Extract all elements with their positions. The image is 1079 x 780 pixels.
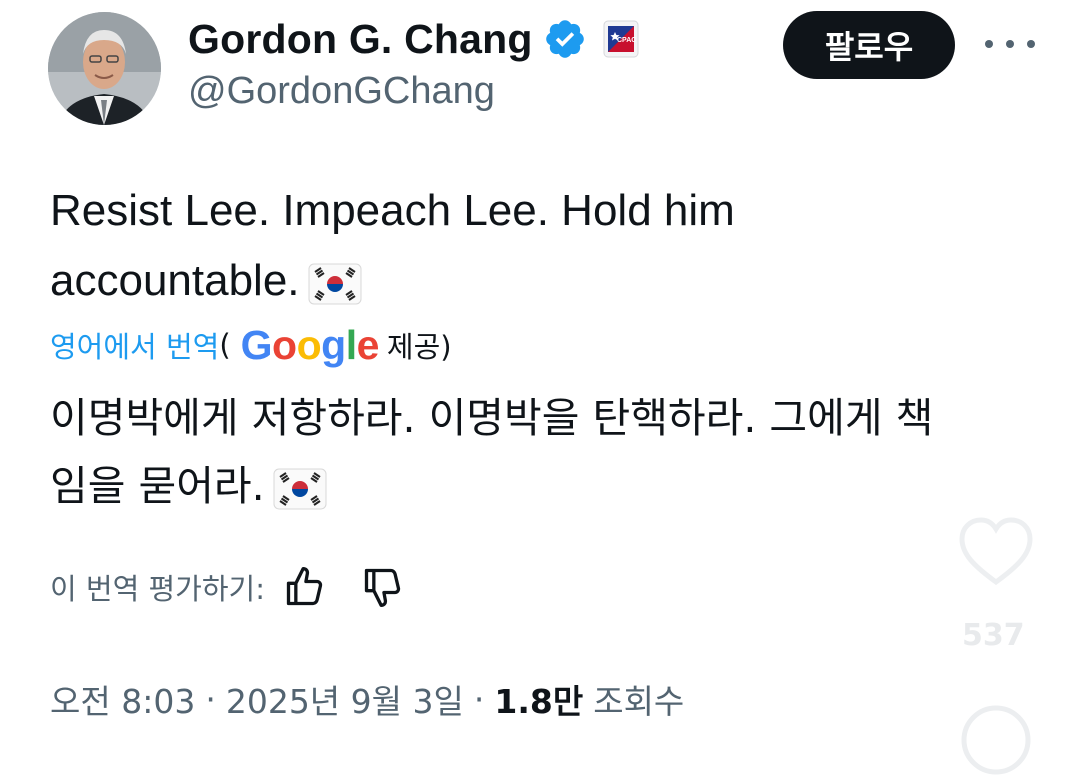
translated-from-link[interactable]: 영어에서 번역: [50, 324, 219, 366]
south-korea-flag-icon: [273, 468, 327, 510]
google-logo-letter: e: [356, 321, 380, 368]
follow-button[interactable]: 팔로우: [783, 11, 955, 79]
thumbs-down-icon[interactable]: [361, 565, 405, 609]
heart-icon[interactable]: [956, 700, 1036, 780]
google-logo-letter: l: [345, 321, 357, 368]
google-logo-letter: o: [296, 321, 322, 368]
like-count: 537: [962, 618, 1025, 653]
south-korea-flag-icon: [308, 263, 362, 305]
author-name-row: Gordon G. Chang CPAC: [188, 14, 639, 64]
tweet-time[interactable]: 오전 8:03: [50, 675, 195, 723]
google-logo-letter: G: [240, 321, 273, 368]
author-display-name[interactable]: Gordon G. Chang: [188, 16, 533, 63]
thumbs-up-icon[interactable]: [283, 565, 327, 609]
avatar[interactable]: [48, 12, 161, 125]
google-logo: Google: [240, 321, 380, 369]
google-logo-letter: o: [272, 321, 297, 368]
translated-text: 이명박에게 저항하라. 이명박을 탄핵하라. 그에게 책 임을 묻어라.: [50, 384, 1030, 520]
more-dot: [985, 40, 993, 48]
rate-translation-row: 이 번역 평가하기:: [50, 560, 405, 614]
views-label: 조회수: [593, 682, 685, 721]
tweet-text-line-2: accountable.: [50, 256, 300, 305]
google-logo-letter: g: [321, 321, 346, 368]
cpac-badge-text: CPAC: [617, 37, 636, 44]
heart-icon[interactable]: [956, 512, 1036, 592]
cpac-badge-icon[interactable]: CPAC: [603, 20, 639, 58]
meta-separator: ·: [205, 679, 216, 719]
meta-separator: ·: [473, 679, 485, 719]
more-options-icon[interactable]: [985, 34, 1035, 54]
tweet-text-line: accountable.: [50, 246, 870, 316]
provided-label: 제공): [386, 330, 452, 364]
translated-text-line: 이명박에게 저항하라. 이명박을 탄핵하라. 그에게 책: [50, 394, 934, 442]
translation-attribution: 영어에서 번역 ( Google 제공): [50, 318, 452, 372]
tweet-date[interactable]: 2025년 9월 3일: [226, 675, 464, 723]
tweet-text: Resist Lee. Impeach Lee. Hold him accoun…: [50, 176, 870, 316]
verified-badge-icon[interactable]: [543, 17, 587, 61]
translated-text-line: 임을 묻어라.: [50, 452, 1030, 520]
views-count[interactable]: 1.8만: [494, 675, 583, 723]
rate-translation-label: 이 번역 평가하기:: [50, 572, 265, 606]
more-dot: [1027, 40, 1035, 48]
open-paren: (: [219, 328, 231, 362]
more-dot: [1006, 40, 1014, 48]
tweet-text-line: Resist Lee. Impeach Lee. Hold him: [50, 186, 735, 235]
tweet-meta: 오전 8:03 · 2025년 9월 3일 · 1.8만 조회수: [50, 674, 684, 724]
translated-text-line-2: 임을 묻어라.: [50, 462, 265, 510]
author-handle[interactable]: @GordonGChang: [188, 70, 495, 113]
